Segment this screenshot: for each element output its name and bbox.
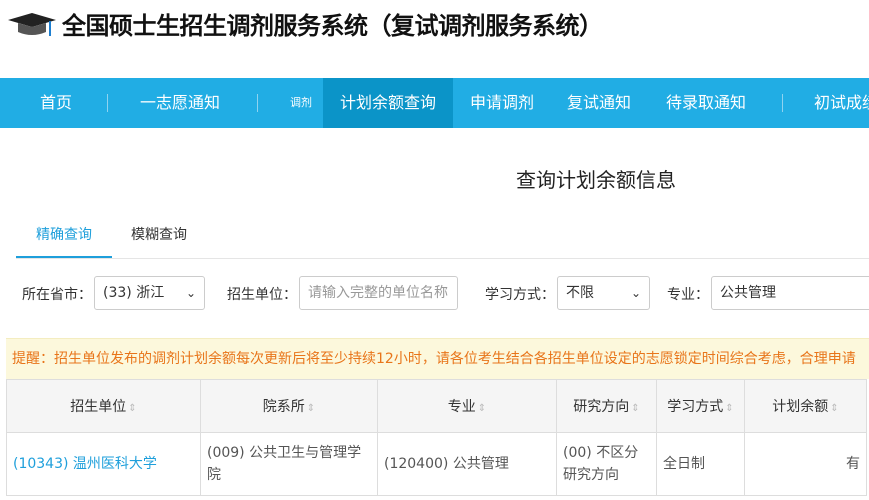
cell-balance: 有 <box>744 432 867 496</box>
col-major[interactable]: 专业 ⇕ <box>377 379 557 433</box>
col-direction[interactable]: 研究方向 ⇕ <box>556 379 657 433</box>
cell-direction: (00) 不区分研究方向 <box>556 432 657 496</box>
col-department[interactable]: 院系所 ⇕ <box>200 379 378 433</box>
table-header-row: 招生单位 ⇕ 院系所 ⇕ 专业 ⇕ 研究方向 ⇕ 学习方式 ⇕ 计划余额 ⇕ <box>6 379 867 433</box>
province-select[interactable]: (33) 浙江 ⌄ <box>94 276 205 310</box>
main-nav: 首页 一志愿通知 调剂 计划余额查询 申请调剂 复试通知 待录取通知 初试成绩 <box>0 78 869 128</box>
chevron-down-icon: ⌄ <box>630 286 641 300</box>
active-tab-indicator <box>16 256 112 258</box>
sort-icon[interactable]: ⇕ <box>128 403 136 414</box>
tab-divider <box>16 258 869 259</box>
mode-select[interactable]: 不限 ⌄ <box>557 276 650 310</box>
unit-label: 招生单位： <box>227 287 297 303</box>
col-balance[interactable]: 计划余额 ⇕ <box>744 379 867 433</box>
chevron-down-icon: ⌄ <box>185 286 196 300</box>
cell-department: (009) 公共卫生与管理学院 <box>200 432 378 496</box>
major-label: 专业： <box>667 287 709 303</box>
nav-home[interactable]: 首页 <box>40 78 72 128</box>
nav-apply-adjust[interactable]: 申请调剂 <box>470 78 534 128</box>
nav-admission-notice[interactable]: 待录取通知 <box>666 78 746 128</box>
unit-input[interactable]: 请输入完整的单位名称 <box>299 276 458 310</box>
mode-value: 不限 <box>566 285 594 301</box>
nav-divider <box>257 94 258 112</box>
nav-initial-scores[interactable]: 初试成绩 <box>814 78 869 128</box>
province-value: (33) 浙江 <box>103 285 165 301</box>
tab-exact-query[interactable]: 精确查询 <box>36 224 92 244</box>
tab-fuzzy-query[interactable]: 模糊查询 <box>131 224 187 244</box>
nav-divider <box>782 94 783 112</box>
sort-icon[interactable]: ⇕ <box>307 403 315 414</box>
nav-retest-notice[interactable]: 复试通知 <box>567 78 631 128</box>
sort-icon[interactable]: ⇕ <box>478 403 486 414</box>
major-input[interactable]: 公共管理 <box>711 276 869 310</box>
mode-label: 学习方式： <box>485 287 555 303</box>
col-unit[interactable]: 招生单位 ⇕ <box>6 379 201 433</box>
major-value: 公共管理 <box>720 285 776 301</box>
cell-major: (120400) 公共管理 <box>377 432 557 496</box>
results-table: 招生单位 ⇕ 院系所 ⇕ 专业 ⇕ 研究方向 ⇕ 学习方式 ⇕ 计划余额 ⇕ (10343)… <box>6 379 867 496</box>
notice-banner: 提醒：招生单位发布的调剂计划余额每次更新后将至少持续12小时，请各位考生结合各招… <box>6 338 869 379</box>
graduation-cap-icon <box>8 13 56 36</box>
nav-plan-balance-query[interactable]: 计划余额查询 <box>323 78 454 128</box>
table-row: (10343) 温州医科大学 (009) 公共卫生与管理学院 (120400) … <box>6 432 867 496</box>
section-heading: 查询计划余额信息 <box>516 168 676 192</box>
province-label: 所在省市： <box>22 287 92 303</box>
nav-adjust-label: 调剂 <box>290 96 312 109</box>
col-mode[interactable]: 学习方式 ⇕ <box>656 379 745 433</box>
nav-divider <box>107 94 108 112</box>
unit-link[interactable]: (10343) 温州医科大学 <box>13 456 157 472</box>
unit-placeholder: 请输入完整的单位名称 <box>308 285 448 301</box>
page-title: 全国硕士生招生调剂服务系统（复试调剂服务系统） <box>62 12 603 40</box>
sort-icon[interactable]: ⇕ <box>631 403 639 414</box>
sort-icon[interactable]: ⇕ <box>725 403 733 414</box>
sort-icon[interactable]: ⇕ <box>830 403 838 414</box>
nav-first-choice-notice[interactable]: 一志愿通知 <box>140 78 220 128</box>
cell-mode: 全日制 <box>656 432 745 496</box>
